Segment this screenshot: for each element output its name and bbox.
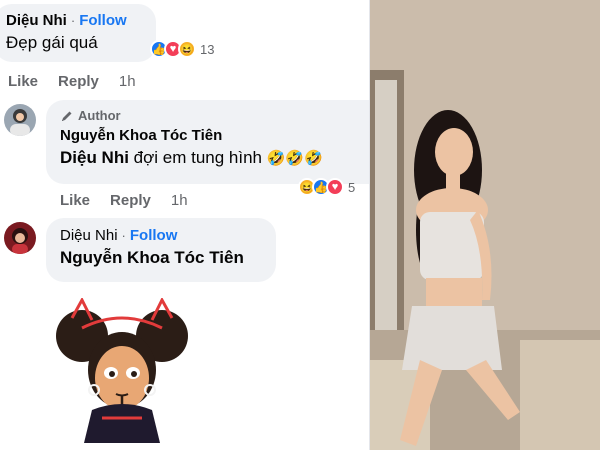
timestamp[interactable]: 1h [119,73,136,90]
sticker[interactable] [52,296,192,443]
follow-button[interactable]: Follow [130,227,178,244]
author-label: Author [78,108,121,123]
emoji-laughing-icon: 🤣🤣🤣 [266,150,323,167]
comment-body: đợi em tung hình [128,148,263,167]
separator-dot: · [121,228,126,243]
avatar[interactable] [4,222,36,254]
author-badge: Author [60,108,370,123]
comment-text: Nguyễn Khoa Tóc Tiên [60,248,244,267]
attached-photo[interactable] [370,0,600,450]
comment-bubble-1: Diệu Nhi · Follow Đẹp gái quá [0,4,156,62]
woman-portrait-photo [370,0,600,450]
commenter-name[interactable]: Diệu Nhi [60,227,118,244]
comment-bubble-3: Diệu Nhi · Follow Nguyễn Khoa Tóc Tiên [46,218,276,282]
comment-header: Diệu Nhi · Follow [60,227,276,244]
like-button[interactable]: Like [60,192,90,209]
comment-header: Diệu Nhi · Follow [6,12,156,29]
love-reaction-icon: ♥ [326,178,344,196]
haha-reaction-icon: 😆 [178,40,196,58]
memoji-sticker-icon [56,296,188,443]
reaction-count: 13 [200,41,215,57]
comment-bubble-2: Author Nguyễn Khoa Tóc Tiên Diệu Nhi đợi… [46,100,370,184]
reaction-summary-1[interactable]: 👍 ♥ 😆 13 [150,40,214,58]
mention-link[interactable]: Diệu Nhi [60,148,129,167]
commenter-name[interactable]: Diệu Nhi [6,12,67,29]
user-avatar-icon [4,222,36,254]
comment-text: Đẹp gái quá [6,33,98,52]
comment-text: Diệu Nhi đợi em tung hình 🤣🤣🤣 [60,148,370,168]
separator-dot: · [70,13,76,28]
reaction-count: 5 [348,179,356,195]
reply-button[interactable]: Reply [110,192,151,209]
comment-header: Nguyễn Khoa Tóc Tiên [60,127,370,144]
comment-actions-1: Like Reply 1h [8,73,136,90]
user-avatar-icon [4,104,36,136]
like-button[interactable]: Like [8,73,38,90]
comment-actions-2: Like Reply 1h [60,192,188,209]
comment-thread: Diệu Nhi · Follow Đẹp gái quá 👍 ♥ 😆 13 L… [0,0,370,450]
pen-icon [62,111,72,121]
avatar[interactable] [4,104,36,136]
reaction-summary-2[interactable]: 😆 👍 ♥ 5 [298,178,355,196]
reply-button[interactable]: Reply [58,73,99,90]
commenter-name[interactable]: Nguyễn Khoa Tóc Tiên [60,127,222,144]
follow-button[interactable]: Follow [79,12,127,29]
timestamp[interactable]: 1h [171,192,188,209]
